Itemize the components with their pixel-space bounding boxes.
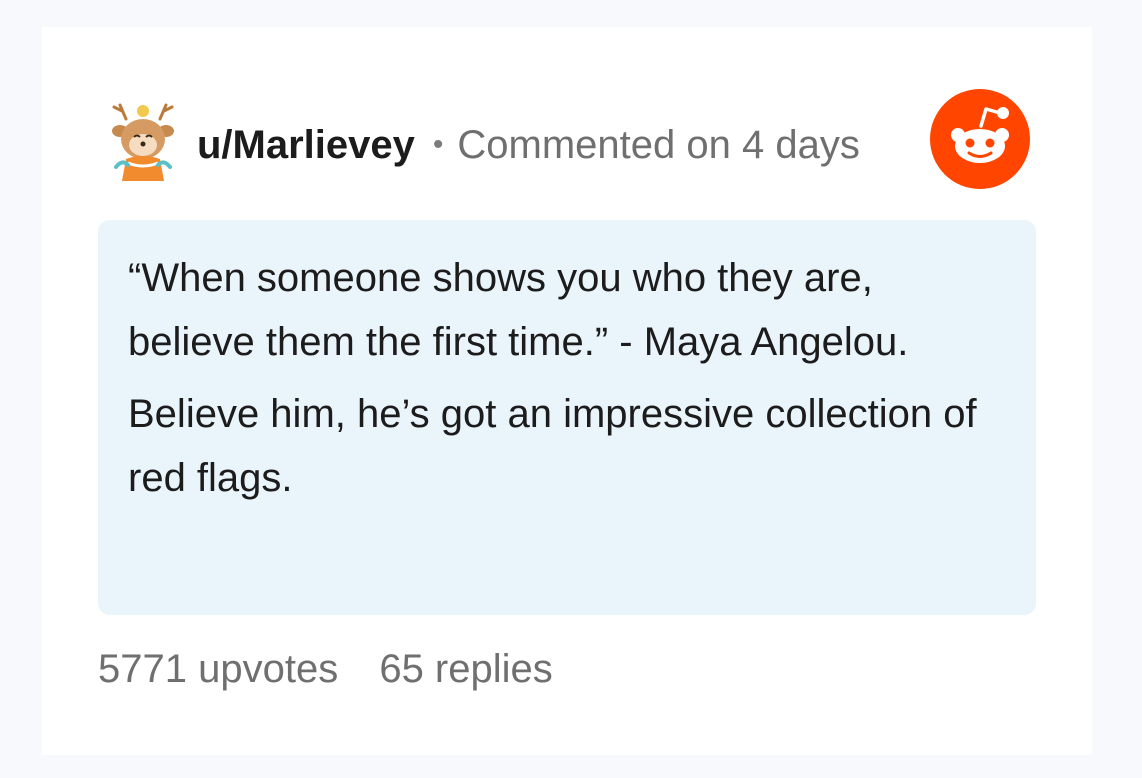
comment-paragraph: “When someone shows you who they are, be… bbox=[128, 256, 909, 364]
reply-count[interactable]: 65 replies bbox=[379, 647, 552, 691]
upvote-count[interactable]: 5771 upvotes bbox=[98, 647, 338, 691]
username-link[interactable]: u/Marlievey bbox=[197, 123, 415, 168]
comment-card: u/Marlievey • Commented on 4 days “When … bbox=[42, 27, 1092, 755]
comment-paragraph: Believe him, he’s got an impressive coll… bbox=[128, 392, 977, 500]
comment-timestamp: Commented on 4 days bbox=[457, 122, 860, 167]
user-avatar-icon[interactable] bbox=[98, 97, 188, 187]
reddit-logo-icon bbox=[930, 89, 1030, 189]
comment-stats: 5771 upvotes 65 replies bbox=[98, 647, 553, 692]
separator-dot: • bbox=[432, 128, 444, 161]
comment-body: “When someone shows you who they are, be… bbox=[98, 220, 1036, 615]
comment-header: u/Marlievey • Commented on 4 days bbox=[197, 119, 937, 171]
